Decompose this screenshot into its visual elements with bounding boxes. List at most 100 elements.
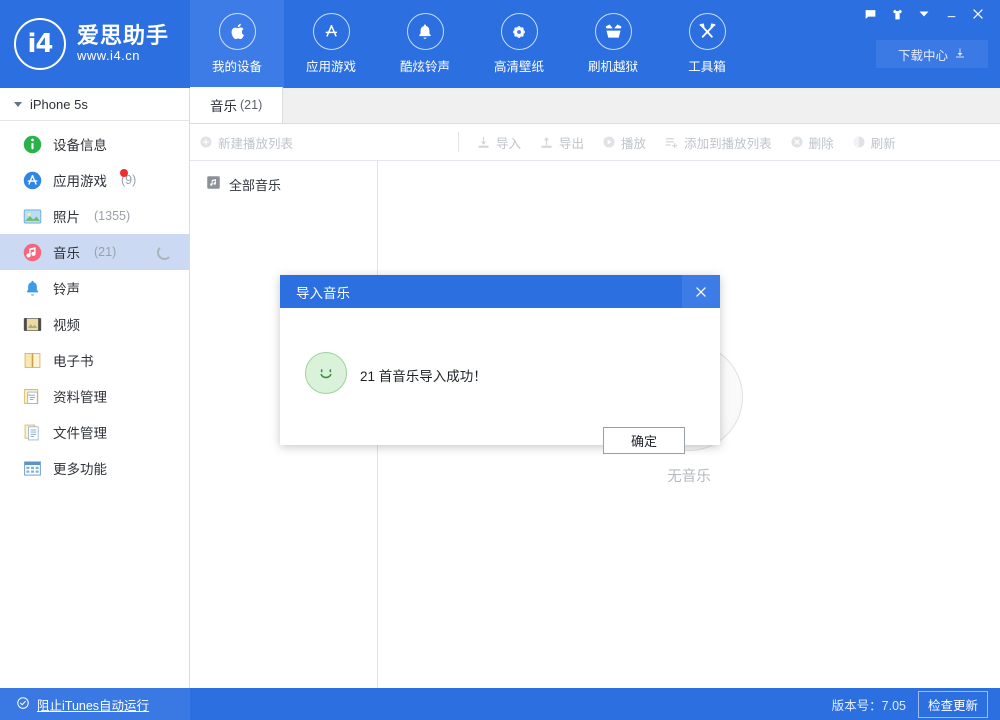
chevron-down-icon[interactable] — [912, 3, 936, 25]
playlist-item-all-music[interactable]: 全部音乐 — [190, 169, 377, 199]
import-music-dialog: 导入音乐 21 首音乐导入成功！ 确定 — [280, 275, 720, 445]
nav-item-wallpapers[interactable]: 高清壁纸 — [472, 0, 566, 88]
toolbar: 新建播放列表 导入 导出 — [190, 124, 1000, 161]
sidebar-item-label: 电子书 — [53, 350, 94, 370]
device-name: iPhone 5s — [30, 97, 88, 112]
import-icon — [476, 135, 491, 150]
sidebar-item-photos[interactable]: 照片 (1355) — [0, 198, 189, 234]
toolbar-divider — [458, 132, 459, 152]
data-icon — [22, 386, 43, 407]
more-icon — [22, 458, 43, 479]
minimize-icon[interactable] — [939, 3, 963, 25]
music-note-icon — [206, 175, 221, 193]
flower-icon — [501, 13, 538, 50]
sidebar-item-device-info[interactable]: 设备信息 — [0, 126, 189, 162]
block-itunes-link[interactable]: 阻止iTunes自动运行 — [0, 688, 190, 720]
sidebar-item-label: 照片 — [53, 206, 80, 226]
sidebar-item-more-features[interactable]: 更多功能 — [0, 450, 189, 486]
brand-url: www.i4.cn — [77, 49, 169, 64]
sidebar-item-file-manage[interactable]: 文件管理 — [0, 414, 189, 450]
export-button[interactable]: 导出 — [530, 124, 593, 161]
add-to-playlist-button[interactable]: 添加到播放列表 — [655, 124, 781, 161]
sidebar-item-label: 资料管理 — [53, 386, 107, 406]
dialog-ok-button[interactable]: 确定 — [603, 427, 685, 454]
delete-button[interactable]: 删除 — [781, 124, 843, 161]
delete-icon — [790, 135, 804, 149]
message-icon[interactable] — [858, 3, 882, 25]
nav-item-flash-jailbreak[interactable]: 刷机越狱 — [566, 0, 660, 88]
sidebar-item-music[interactable]: 音乐 (21) — [0, 234, 189, 270]
play-button[interactable]: 播放 — [593, 124, 655, 161]
block-itunes-label: 阻止iTunes自动运行 — [37, 695, 149, 714]
dialog-title: 导入音乐 — [296, 282, 350, 302]
book-icon — [22, 350, 43, 371]
app-header: i4 爱思助手 www.i4.cn 我的设备 应用游戏 — [0, 0, 1000, 88]
tab-count: (21) — [240, 98, 262, 112]
play-icon — [602, 135, 616, 149]
sidebar-item-label: 设备信息 — [53, 134, 107, 154]
add-to-playlist-label: 添加到播放列表 — [684, 133, 772, 152]
refresh-button[interactable]: 刷新 — [843, 124, 905, 161]
sidebar-item-count: (21) — [94, 245, 116, 259]
dialog-body: 21 首音乐导入成功！ 确定 — [280, 308, 720, 445]
nav-label: 工具箱 — [688, 56, 726, 75]
nav-item-apps-games[interactable]: 应用游戏 — [284, 0, 378, 88]
file-icon — [22, 422, 43, 443]
brand-name: 爱思助手 — [77, 24, 169, 49]
sidebar-item-label: 更多功能 — [53, 458, 107, 478]
sidebar-item-ebooks[interactable]: 电子书 — [0, 342, 189, 378]
toolbar-left-group: 新建播放列表 — [190, 124, 302, 161]
info-icon — [22, 134, 43, 155]
sidebar: iPhone 5s 设备信息 应用游戏 (9) — [0, 88, 190, 688]
skin-icon[interactable] — [885, 3, 909, 25]
nav-item-my-device[interactable]: 我的设备 — [190, 0, 284, 88]
sidebar-item-ringtones[interactable]: 铃声 — [0, 270, 189, 306]
tools-icon — [689, 13, 726, 50]
close-icon[interactable] — [966, 3, 990, 25]
nav-item-ringtones[interactable]: 酷炫铃声 — [378, 0, 472, 88]
import-button[interactable]: 导入 — [467, 124, 530, 161]
export-label: 导出 — [559, 133, 584, 152]
loading-spinner-icon — [157, 245, 172, 260]
export-icon — [539, 135, 554, 150]
dialog-message: 21 首音乐导入成功！ — [360, 365, 487, 385]
open-box-icon — [595, 13, 632, 50]
new-playlist-button[interactable]: 新建播放列表 — [190, 124, 302, 161]
device-selector[interactable]: iPhone 5s — [0, 88, 189, 121]
toolbar-right-group: 导入 导出 播放 添加 — [467, 124, 905, 161]
tab-strip: 音乐 (21) — [190, 88, 1000, 124]
sidebar-item-apps-games[interactable]: 应用游戏 (9) — [0, 162, 189, 198]
photo-icon — [22, 206, 43, 227]
playlist-item-label: 全部音乐 — [229, 175, 281, 194]
check-circle-icon — [16, 696, 30, 713]
dialog-title-bar: 导入音乐 — [280, 275, 720, 308]
download-icon — [954, 47, 966, 62]
status-bar: 阻止iTunes自动运行 版本号：7.05 检查更新 — [0, 688, 1000, 720]
sidebar-item-label: 音乐 — [53, 242, 80, 262]
bell-icon — [22, 278, 43, 299]
nav-label: 高清壁纸 — [494, 56, 544, 75]
music-icon — [22, 242, 43, 263]
tab-music[interactable]: 音乐 (21) — [190, 87, 283, 123]
app-window: i4 爱思助手 www.i4.cn 我的设备 应用游戏 — [0, 0, 1000, 720]
sidebar-item-count: (1355) — [94, 209, 130, 223]
sidebar-item-label: 视频 — [53, 314, 80, 334]
sidebar-item-label: 铃声 — [53, 278, 80, 298]
download-center-button[interactable]: 下载中心 — [876, 40, 988, 68]
brand-logo-area: i4 爱思助手 www.i4.cn — [0, 0, 190, 88]
i4-logo-icon: i4 — [14, 18, 66, 70]
nav-item-toolbox[interactable]: 工具箱 — [660, 0, 754, 88]
check-update-button[interactable]: 检查更新 — [918, 691, 988, 718]
video-icon — [22, 314, 43, 335]
tab-label: 音乐 — [210, 95, 237, 115]
appstore-icon — [313, 13, 350, 50]
plus-circle-icon — [199, 135, 213, 149]
version-label: 版本号：7.05 — [832, 695, 906, 714]
empty-state-label: 无音乐 — [667, 465, 711, 486]
brand-text: 爱思助手 www.i4.cn — [77, 24, 169, 63]
close-icon[interactable] — [682, 275, 720, 308]
sidebar-item-data-manage[interactable]: 资料管理 — [0, 378, 189, 414]
sidebar-item-videos[interactable]: 视频 — [0, 306, 189, 342]
import-label: 导入 — [496, 133, 521, 152]
sidebar-list: 设备信息 应用游戏 (9) 照片 (1355) — [0, 121, 189, 486]
